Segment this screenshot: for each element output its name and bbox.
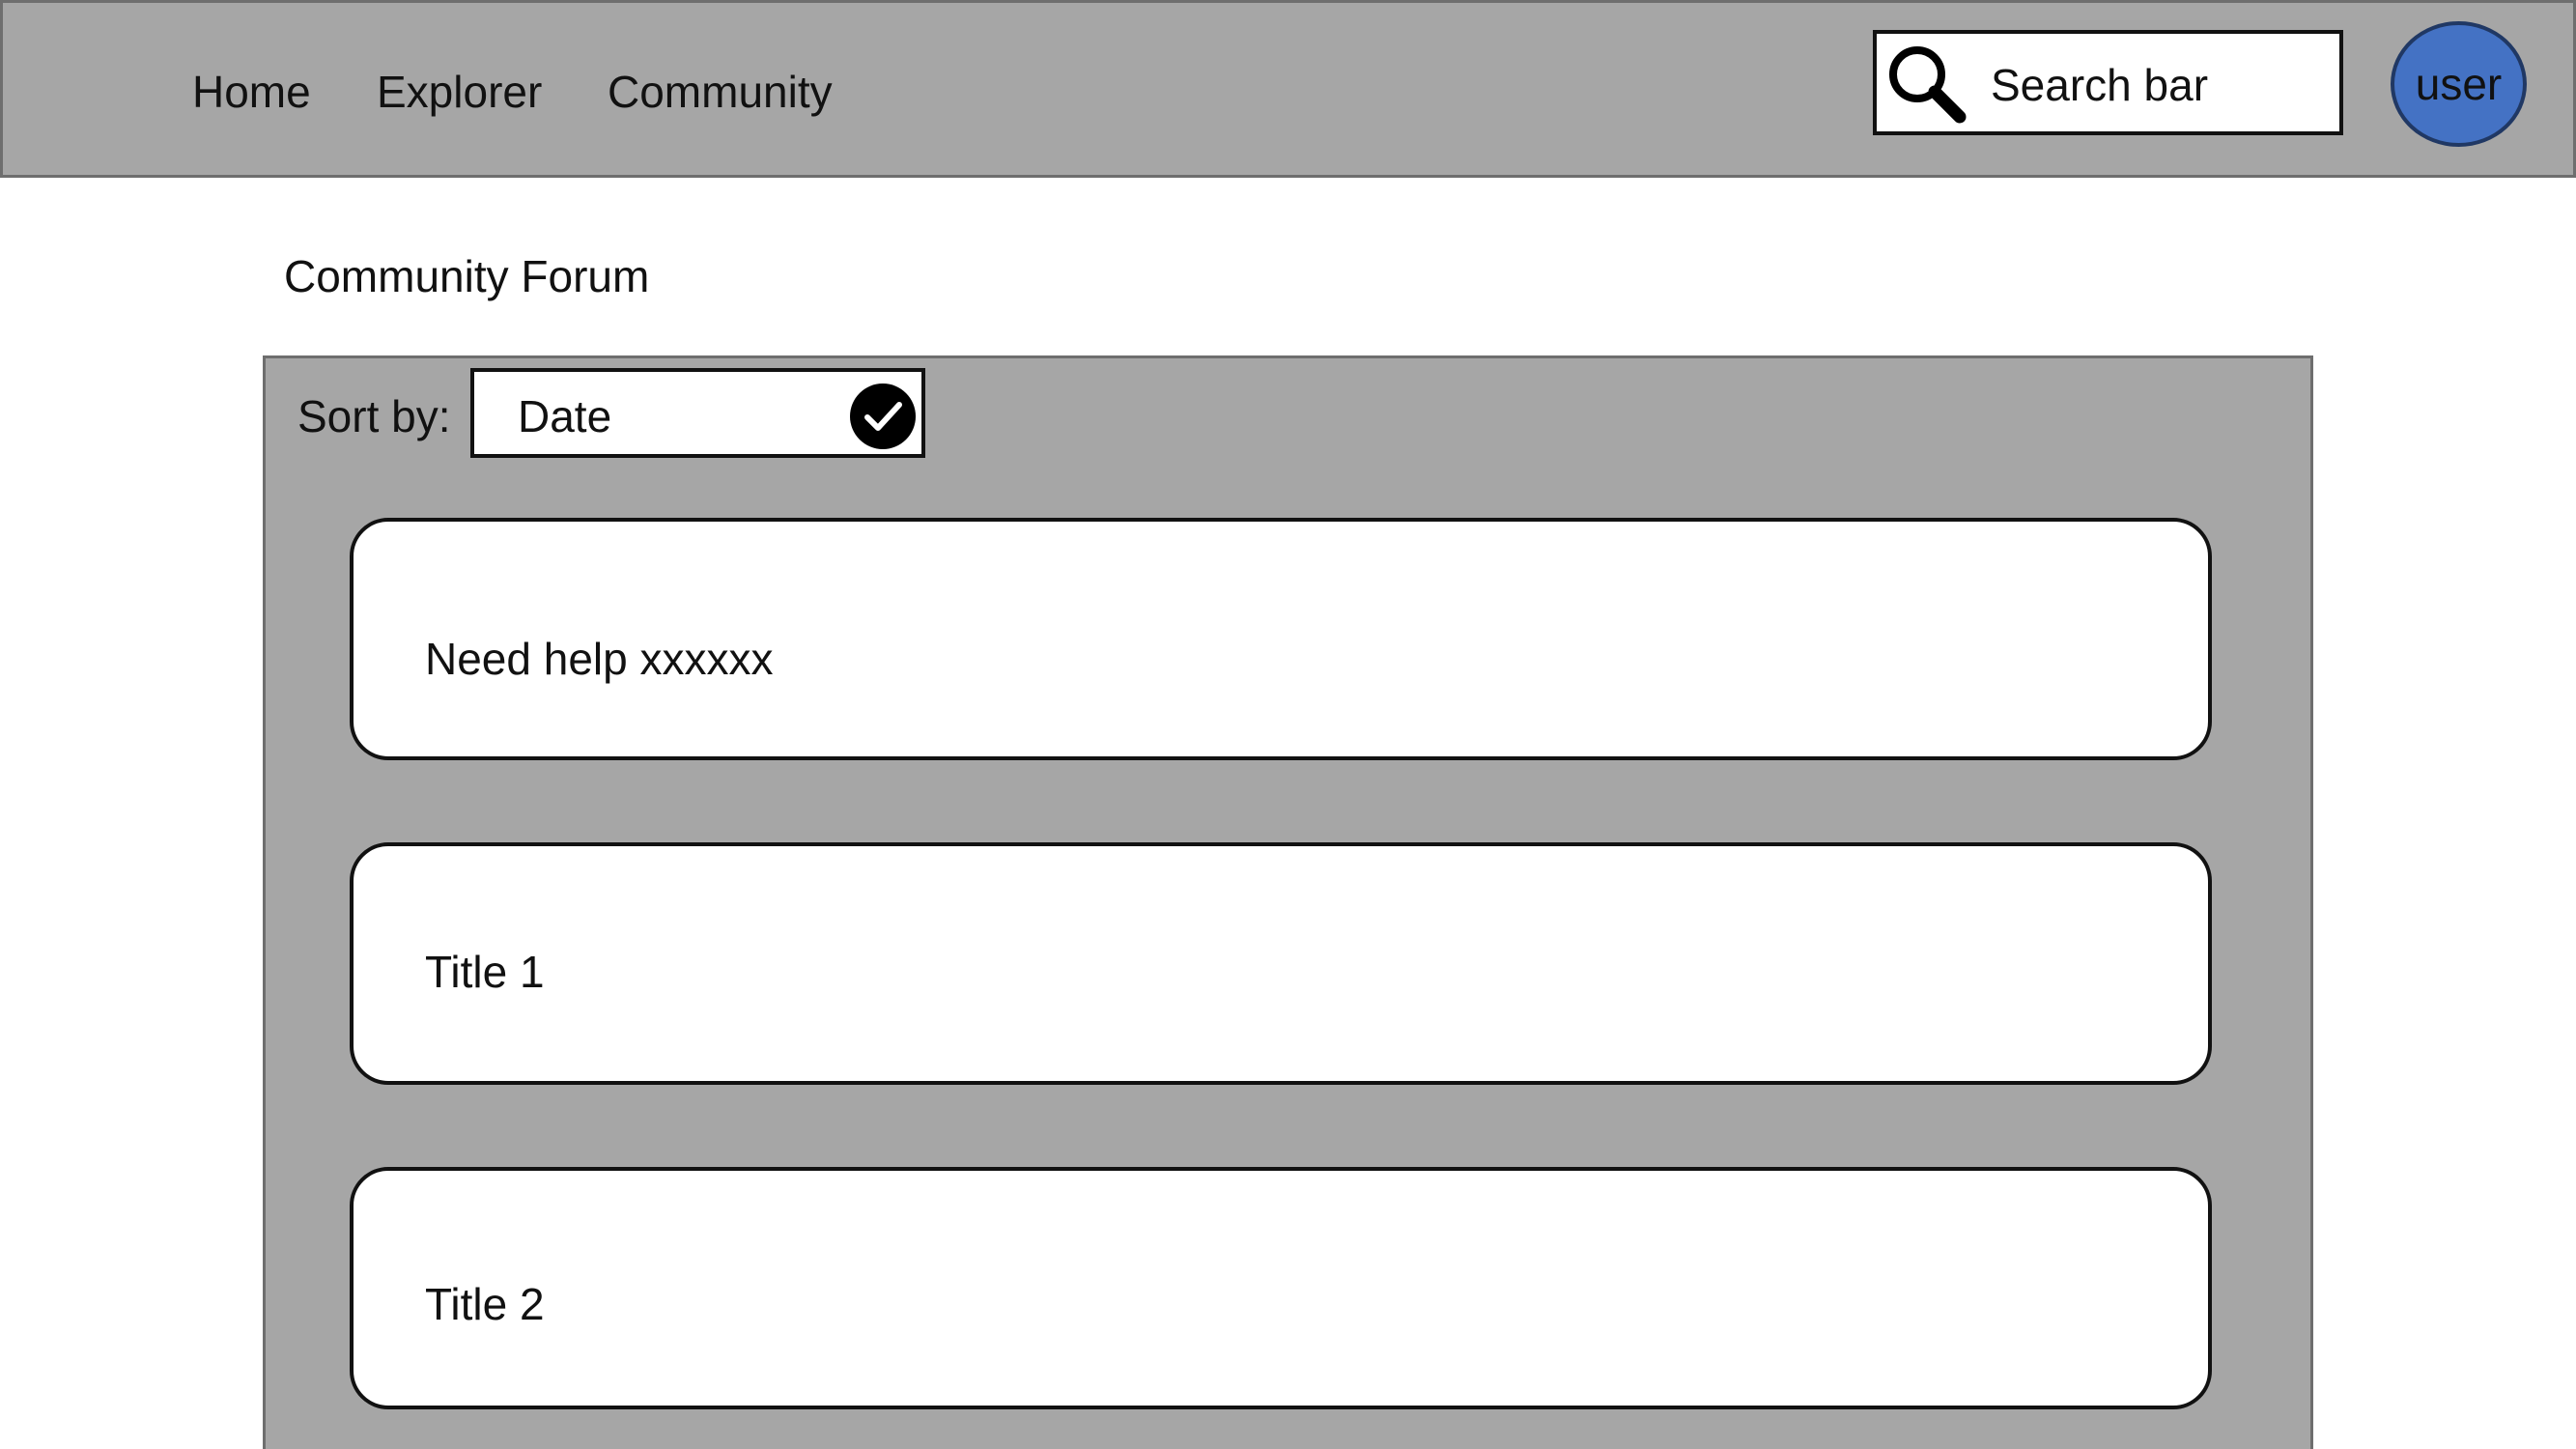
post-title: Need help xxxxxx [425, 634, 774, 684]
check-circle-icon[interactable] [849, 383, 917, 450]
post-title: Title 1 [425, 947, 545, 997]
forum-post-card[interactable]: Need help xxxxxx [350, 518, 2212, 760]
sort-label: Sort by: [297, 391, 451, 441]
nav-item-explorer[interactable]: Explorer [377, 65, 542, 119]
sort-dropdown[interactable]: Date [470, 368, 925, 458]
page-title: Community Forum [284, 251, 650, 301]
search-input[interactable]: Search bar [1873, 30, 2343, 135]
search-placeholder: Search bar [1991, 60, 2209, 110]
forum-post-card[interactable]: Title 2 [350, 1167, 2212, 1409]
post-title: Title 2 [425, 1279, 545, 1329]
search-icon [1889, 46, 1967, 124]
nav-item-home[interactable]: Home [192, 65, 311, 119]
sort-selected-value: Date [518, 391, 612, 441]
user-label: user [2415, 59, 2503, 109]
forum-post-card[interactable]: Title 1 [350, 842, 2212, 1085]
user-avatar[interactable]: user [2391, 21, 2527, 147]
nav-item-community[interactable]: Community [608, 65, 833, 119]
